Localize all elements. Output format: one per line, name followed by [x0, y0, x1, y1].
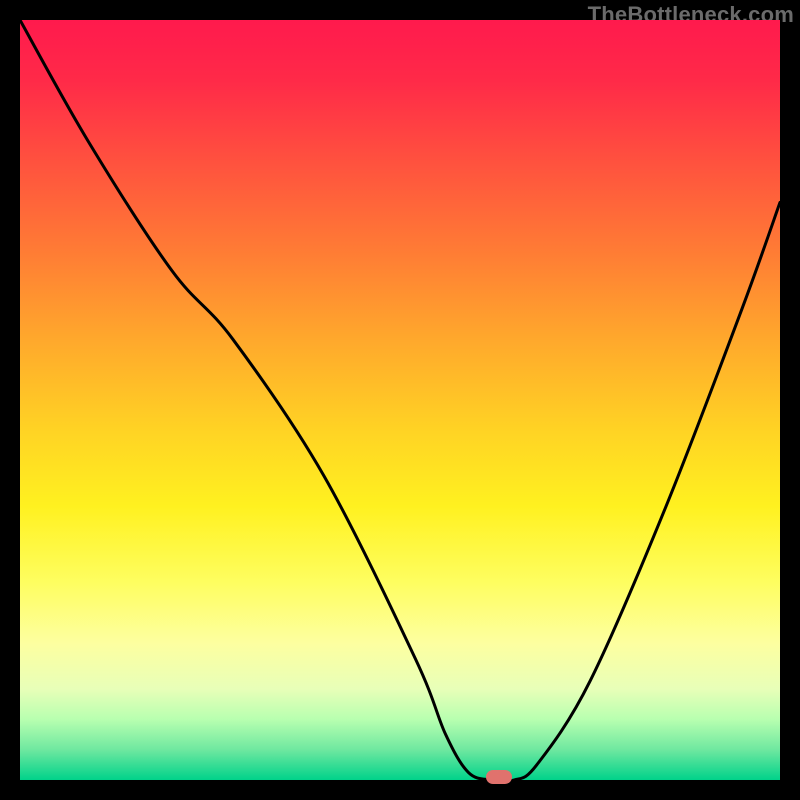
plot-area	[20, 20, 780, 780]
optimal-marker	[486, 770, 512, 784]
bottleneck-curve	[20, 20, 780, 780]
chart-frame: TheBottleneck.com	[0, 0, 800, 800]
